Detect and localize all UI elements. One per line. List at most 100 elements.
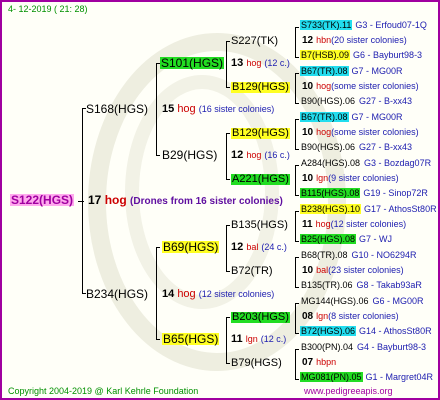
gen4-queen-a[interactable]: B300(PN).04 <box>300 342 354 352</box>
gen4-lineage-c: G7 - WJ <box>359 234 393 244</box>
gen2-note: (24 c.) <box>261 242 287 252</box>
gen4-line-a: S733(TK).11 G3 - Erfoud07-1Q <box>300 20 427 30</box>
gen1-year: 14 <box>162 288 175 300</box>
gen4-queen-c[interactable]: B115(HGS).08 <box>300 188 361 198</box>
gen4-line-a: B300(PN).04 G4 - Bayburt98-3 <box>300 343 426 352</box>
report-date: 4- 12-2019 ( 21: 28) <box>8 4 88 14</box>
gen4-queen-a[interactable]: B67(TR).08 <box>300 112 349 122</box>
gen4-queen-c[interactable]: B7(HSB).09 <box>300 50 351 60</box>
gen4-queen-a[interactable]: MG144(HGS).06 <box>300 296 370 306</box>
connector <box>295 349 296 379</box>
gen1-note: (12 sister colonies) <box>198 289 275 299</box>
gen2-queen-2[interactable]: B29(HGS) <box>162 149 217 161</box>
gen4-note: (20 sister colonies) <box>331 35 407 45</box>
gen4-lineage-a: G7 - MG00R <box>351 66 403 76</box>
gen2-note: (12 c.) <box>260 334 287 344</box>
gen4-line-c: B90(HGS).06 G27 - B-xx43 <box>300 97 412 106</box>
gen2-info-2: 12 hog (16 c.) <box>231 150 290 161</box>
gen4-lineage-c: G27 - B-xx43 <box>359 142 413 152</box>
connector <box>226 271 230 272</box>
gen1-queen-1[interactable]: S168(HGS) <box>86 103 148 115</box>
connector <box>226 41 227 87</box>
gen3-queen-4[interactable]: A221(HGS) <box>231 174 290 185</box>
gen2-year: 12 <box>231 241 244 253</box>
gen3-queen-2[interactable]: B129(HGS) <box>231 82 290 93</box>
gen4-queen-c[interactable]: MG081(PN).05 <box>300 372 363 382</box>
connector <box>295 211 296 241</box>
gen4-line-a: B67(TR).08 G7 - MG00R <box>300 112 403 122</box>
connector <box>226 317 230 318</box>
connector <box>82 108 83 294</box>
gen4-note: (some sister colonies) <box>331 127 419 137</box>
gen4-line-b: 08 lgn(8 sister colonies) <box>302 312 399 322</box>
gen4-line-b: 07 hbpn <box>302 358 336 368</box>
gen3-queen-3[interactable]: B129(HGS) <box>231 128 290 139</box>
gen4-line-c: B72(HGS).06 G14 - AthosSt80R <box>300 326 432 336</box>
gen4-queen-a[interactable]: A284(HGS).08 <box>300 158 361 168</box>
gen2-queen-1[interactable]: S101(HGS) <box>160 57 225 69</box>
gen4-line-a: MG144(HGS).06 G6 - MG00R <box>300 297 424 306</box>
gen1-year: 15 <box>162 103 175 115</box>
gen2-info-3: 12 bal (24 c.) <box>231 242 287 253</box>
gen4-hog: hog <box>316 127 332 137</box>
gen1-hog: hog <box>177 288 196 300</box>
gen4-queen-a[interactable]: B238(HGS).10 <box>300 204 362 214</box>
connector <box>295 303 299 304</box>
gen3-queen-8[interactable]: B79(HGS) <box>231 358 282 369</box>
connector <box>295 211 299 212</box>
gen4-queen-a[interactable]: B67(TR).08 <box>300 66 349 76</box>
gen4-queen-c[interactable]: B90(HGS).06 <box>300 96 356 106</box>
connector <box>295 27 296 57</box>
gen4-line-b: 10 hog(some sister colonies) <box>302 82 419 92</box>
gen2-hog: hog <box>246 58 262 68</box>
root-queen[interactable]: S122(HGS) <box>10 194 75 206</box>
gen3-queen-7[interactable]: B203(HGS) <box>231 312 290 323</box>
gen4-line-c: MG081(PN).05 G1 - Margret04R <box>300 372 433 382</box>
gen4-year: 08 <box>302 311 314 322</box>
connector <box>295 103 299 104</box>
gen4-line-c: B25(HGS).08 G7 - WJ <box>300 234 393 244</box>
connector <box>295 241 299 242</box>
gen2-queen-4[interactable]: B65(HGS) <box>162 333 220 345</box>
gen1-info-1: 15 hog (16 sister colonies) <box>162 104 274 115</box>
gen1-queen-2[interactable]: B234(HGS) <box>86 288 148 300</box>
gen4-queen-c[interactable]: B72(HGS).06 <box>300 326 357 336</box>
gen4-line-a: B68(TR).08 G10 - NO6294R <box>300 251 417 260</box>
gen3-queen-6[interactable]: B72(TR) <box>231 266 273 277</box>
gen3-queen-1[interactable]: S227(TK) <box>231 36 278 47</box>
gen4-note: (9 sister colonies) <box>328 173 399 183</box>
gen4-note: (some sister colonies) <box>331 81 419 91</box>
connector <box>295 73 296 103</box>
gen4-lineage-a: G3 - Bozdag07R <box>364 158 432 168</box>
gen4-note: (8 sister colonies) <box>328 311 399 321</box>
gen4-year: 10 <box>302 265 314 276</box>
gen2-queen-3[interactable]: B69(HGS) <box>162 241 220 253</box>
gen4-lineage-a: G17 - AthosSt80R <box>364 204 437 214</box>
connector <box>226 133 227 179</box>
gen4-lineage-a: G3 - Erfoud07-1Q <box>355 20 427 30</box>
connector <box>295 287 299 288</box>
gen4-queen-a[interactable]: S733(TK).11 <box>300 20 353 30</box>
gen4-hog: hog <box>316 81 332 91</box>
gen3-queen-5[interactable]: B135(HGS) <box>231 220 288 231</box>
gen4-queen-c[interactable]: B135(TR).06 <box>300 280 354 290</box>
gen4-year: 11 <box>302 219 313 230</box>
gen4-queen-c[interactable]: B25(HGS).08 <box>300 234 357 244</box>
gen4-hog: bal <box>316 265 329 275</box>
gen4-line-b: 10 hog(some sister colonies) <box>302 128 419 138</box>
gen2-hog: lgn <box>245 334 258 344</box>
site-link[interactable]: www.pedigreeapis.org <box>304 387 393 396</box>
connector <box>295 73 299 74</box>
connector <box>295 257 299 258</box>
gen4-line-b: 10 lgn(9 sister colonies) <box>302 174 399 184</box>
gen4-queen-c[interactable]: B90(HGS).06 <box>300 142 356 152</box>
gen4-lineage-a: G7 - MG00R <box>351 112 403 122</box>
gen4-lineage-a: G10 - NO6294R <box>351 250 417 260</box>
connector <box>226 225 230 226</box>
gen4-line-c: B90(HGS).06 G27 - B-xx43 <box>300 143 412 152</box>
gen4-queen-a[interactable]: B68(TR).08 <box>300 250 349 260</box>
gen2-year: 13 <box>231 57 244 69</box>
connector <box>156 339 160 340</box>
gen2-note: (16 c.) <box>264 150 290 160</box>
gen4-lineage-c: G19 - Sinop72R <box>363 188 428 198</box>
